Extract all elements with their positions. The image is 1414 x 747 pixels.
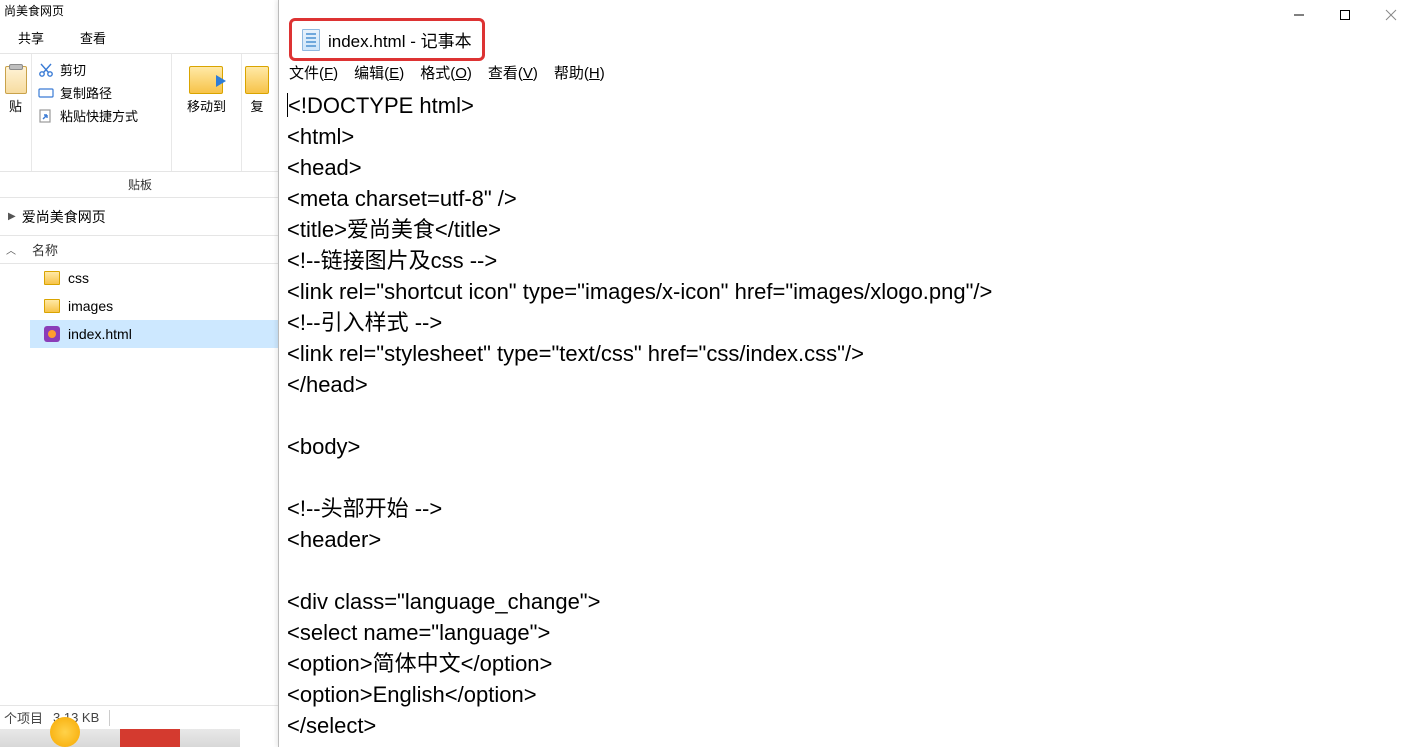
- minimize-button[interactable]: [1276, 0, 1322, 30]
- copy-path-button[interactable]: 复制路径: [38, 81, 112, 104]
- notepad-window-controls: [1276, 0, 1414, 30]
- close-button[interactable]: [1368, 0, 1414, 30]
- file-name: index.html: [68, 326, 132, 342]
- file-name: images: [68, 298, 113, 314]
- file-list-header: ︿ 名称: [0, 236, 280, 264]
- tab-share[interactable]: 共享: [0, 24, 62, 53]
- address-bar[interactable]: ▶ 爱尚美食网页: [0, 198, 280, 236]
- move-to-button[interactable]: 移动到: [187, 58, 226, 115]
- folder-icon: [44, 299, 60, 313]
- list-item[interactable]: images: [30, 292, 280, 320]
- ribbon-tabs: 共享 查看: [0, 24, 280, 54]
- paste-shortcut-button[interactable]: 粘贴快捷方式: [38, 104, 138, 127]
- move-to-icon: [189, 66, 223, 94]
- ribbon-group-label: 贴板: [0, 172, 280, 198]
- copy-to-icon: [245, 66, 269, 94]
- clipboard-icon: [5, 66, 27, 94]
- status-items: 个项目: [4, 708, 43, 727]
- separator-icon: [109, 710, 110, 726]
- path-icon: [38, 85, 54, 101]
- folder-icon: [44, 271, 60, 285]
- chevron-right-icon: ▶: [8, 211, 16, 222]
- ribbon: 贴 剪切 复制路径 粘贴快捷方式: [0, 54, 280, 172]
- notepad-window: index.html - 记事本 文件(F) 编辑(E) 格式(O) 查看(V)…: [278, 0, 1414, 747]
- window-title: index.html - 记事本: [328, 27, 472, 52]
- list-item[interactable]: index.html: [30, 320, 280, 348]
- tab-view[interactable]: 查看: [62, 24, 124, 53]
- copy-to-label: 复: [250, 96, 263, 115]
- menu-bar: 文件(F) 编辑(E) 格式(O) 查看(V) 帮助(H): [289, 62, 605, 83]
- taskbar-fragment: [0, 729, 240, 747]
- breadcrumb[interactable]: 爱尚美食网页: [22, 207, 106, 227]
- column-name[interactable]: 名称: [22, 240, 280, 259]
- notepad-title-highlight: index.html - 记事本: [289, 18, 485, 61]
- menu-format[interactable]: 格式(O): [420, 62, 472, 83]
- copy-path-label: 复制路径: [60, 83, 112, 102]
- file-list: css images index.html: [0, 264, 280, 348]
- cut-button[interactable]: 剪切: [38, 58, 86, 81]
- explorer-title: 尚美食网页: [0, 0, 280, 24]
- chevron-up-icon[interactable]: ︿: [0, 242, 22, 257]
- text-editor-area[interactable]: <!DOCTYPE html> <html> <head> <meta char…: [287, 90, 1414, 747]
- notepad-icon: [302, 29, 320, 51]
- cut-label: 剪切: [60, 60, 86, 79]
- shortcut-icon: [38, 108, 54, 124]
- scissors-icon: [38, 62, 54, 78]
- list-item[interactable]: css: [30, 264, 280, 292]
- taskbar-app-icon[interactable]: [120, 729, 180, 747]
- status-bar: 个项目 3.13 KB: [0, 705, 280, 729]
- maximize-button[interactable]: [1322, 0, 1368, 30]
- file-name: css: [68, 270, 89, 286]
- html-file-icon: [44, 326, 60, 342]
- menu-help[interactable]: 帮助(H): [554, 62, 605, 83]
- paste-shortcut-label: 粘贴快捷方式: [60, 106, 138, 125]
- move-to-label: 移动到: [187, 96, 226, 115]
- paste-label: 贴: [9, 96, 22, 115]
- file-explorer-window: 尚美食网页 共享 查看 贴 剪切 复制路径: [0, 0, 280, 747]
- menu-edit[interactable]: 编辑(E): [354, 62, 404, 83]
- menu-view[interactable]: 查看(V): [488, 62, 538, 83]
- copy-to-button[interactable]: 复: [245, 58, 269, 115]
- paste-button[interactable]: 贴: [5, 58, 27, 115]
- taskbar-app-icon[interactable]: [50, 717, 80, 747]
- menu-file[interactable]: 文件(F): [289, 62, 338, 83]
